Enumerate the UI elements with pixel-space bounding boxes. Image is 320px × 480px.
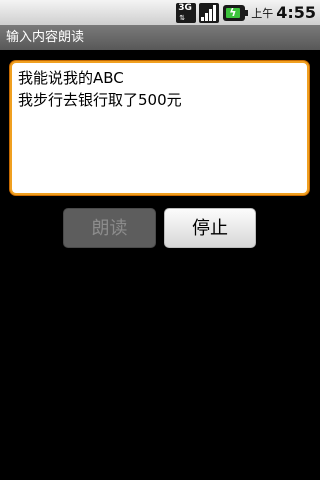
text-input-area[interactable]: 我能说我的ABC 我步行去银行取了500元 [10,61,309,195]
3g-icon: 3G ⇅ [176,2,197,23]
battery-charging-icon: ϟ [223,4,249,21]
charging-bolt-icon: ϟ [229,5,237,19]
app-title-bar: 输入内容朗读 [0,25,320,50]
clock-ampm: 上午 [251,6,274,20]
status-icons: 3G ⇅ ϟ 上午 4:55 [176,0,316,25]
stop-label: 停止 [192,218,228,239]
read-aloud-label: 朗读 [91,218,128,239]
app-title: 输入内容朗读 [6,30,85,45]
status-bar: 3G ⇅ ϟ 上午 4:55 [0,0,320,25]
signal-icon [199,2,220,23]
read-aloud-button[interactable]: 朗读 [63,208,156,248]
stop-button[interactable]: 停止 [164,208,256,248]
clock-time: 4:55 [276,3,316,22]
text-line-1: 我能说我的ABC [18,69,124,87]
network-type-label: 3G [178,2,192,13]
text-line-2: 我步行去银行取了500元 [18,91,182,109]
data-arrows-icon: ⇅ [179,13,186,22]
